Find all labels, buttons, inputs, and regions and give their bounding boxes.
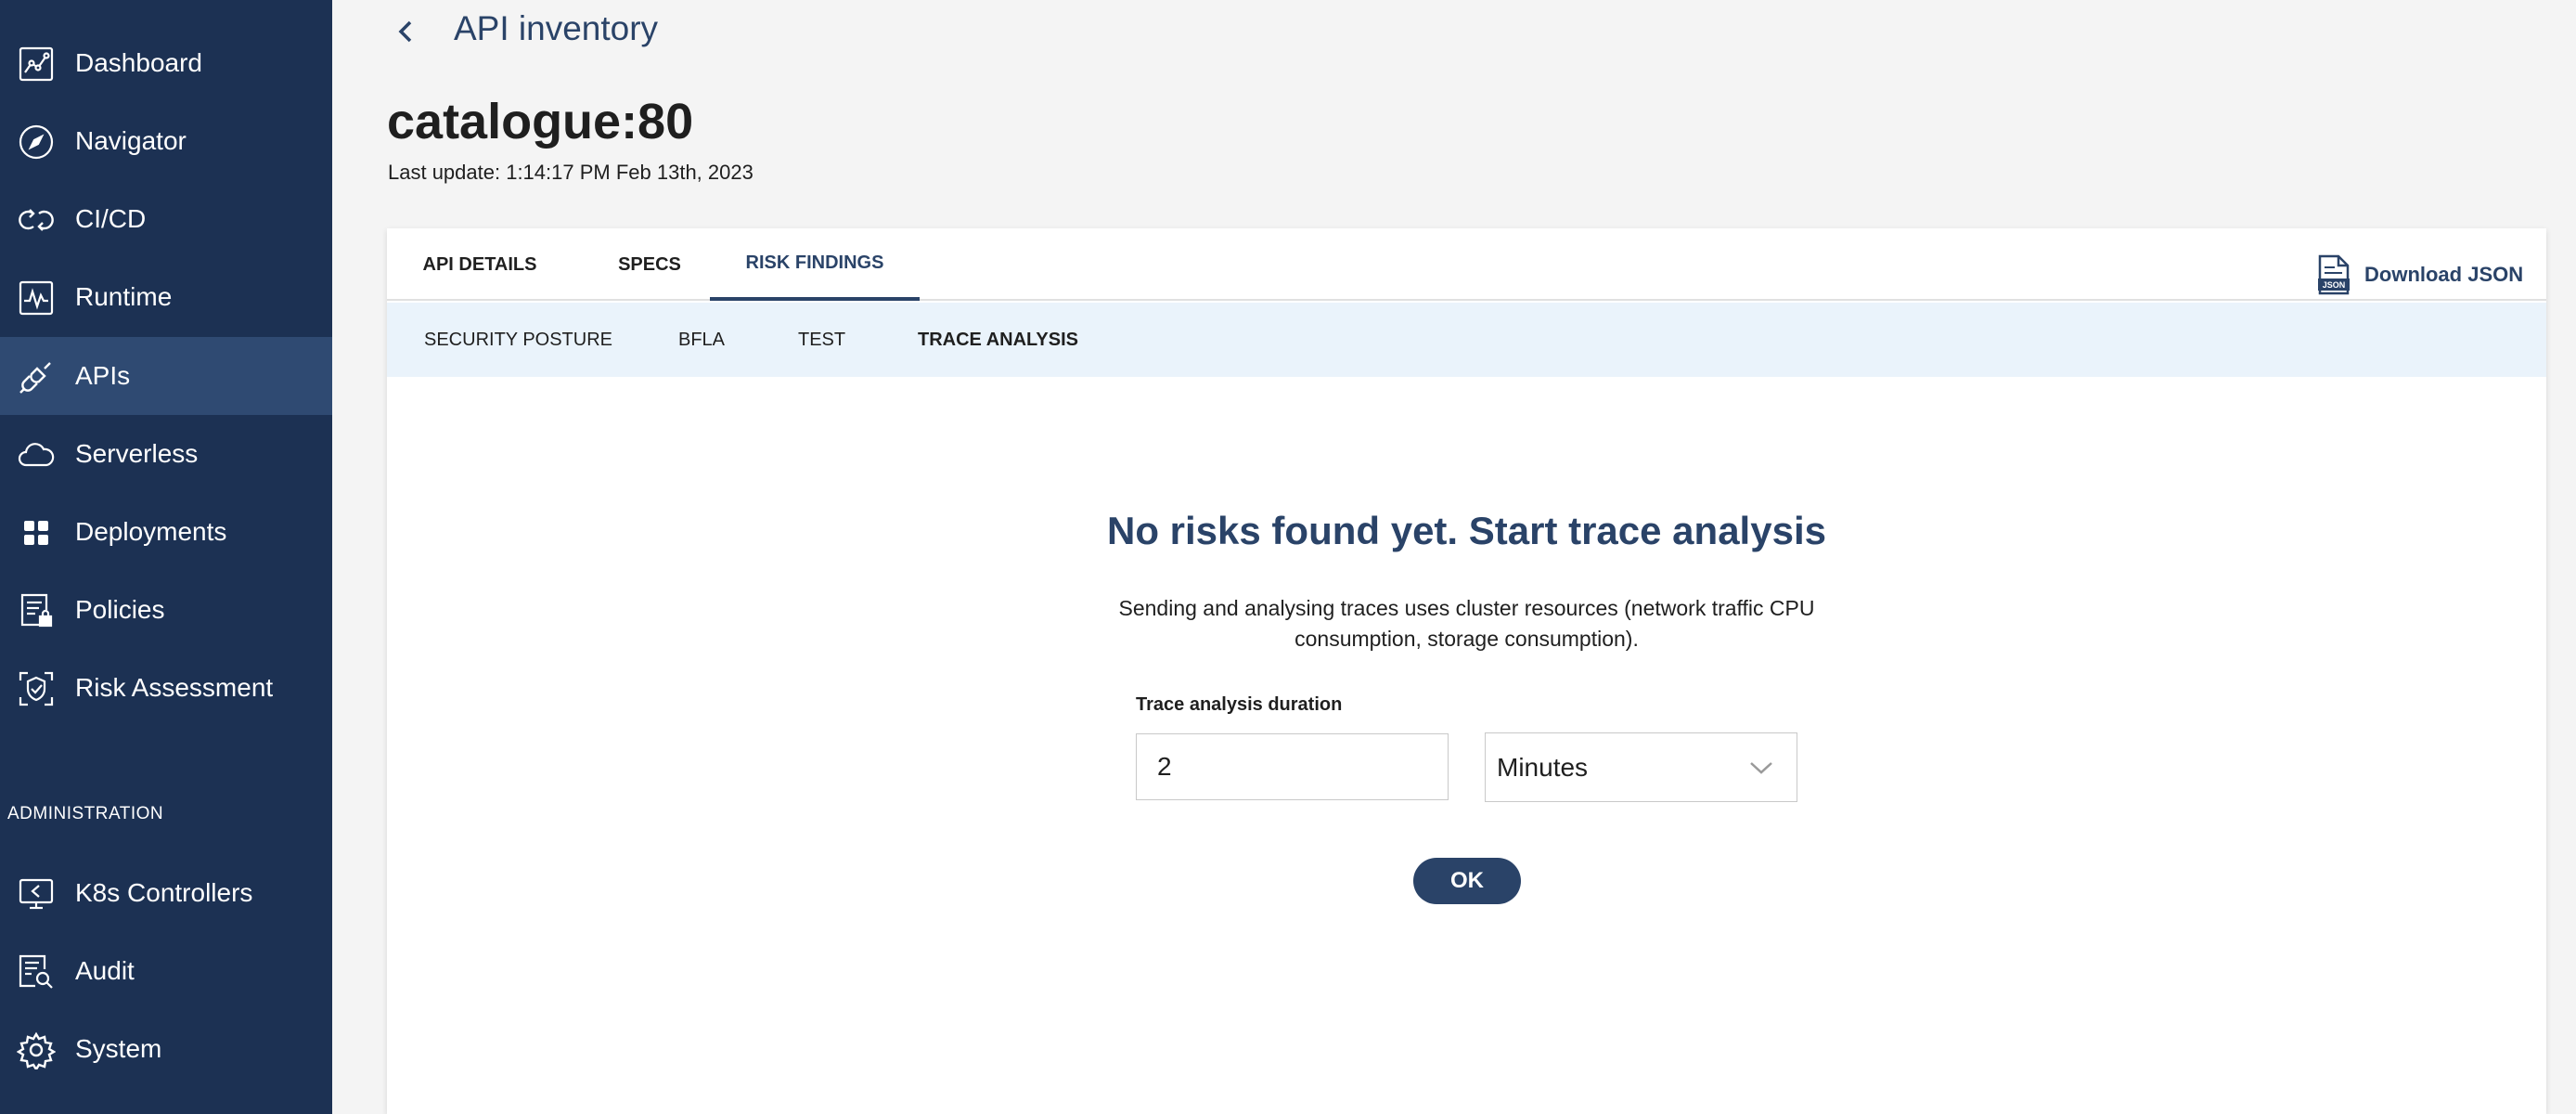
subtab-security-posture[interactable]: SECURITY POSTURE [424,303,612,377]
sidebar-item-label: Navigator [75,126,187,155]
section-label-administration: ADMINISTRATION [7,804,164,823]
tab-specs[interactable]: SPECS [573,228,727,301]
sidebar-item-runtime[interactable]: Runtime [0,258,332,336]
api-icon [17,357,56,396]
cloud-icon [17,435,56,474]
sidebar-item-label: Audit [75,956,135,985]
sidebar-item-label: K8s Controllers [75,878,253,907]
sidebar-item-k8s-controllers[interactable]: K8s Controllers [0,854,332,932]
download-json-button[interactable]: JSON Download JSON [2314,254,2546,295]
subtab-test[interactable]: TEST [798,303,845,377]
sidebar-item-apis[interactable]: APIs [0,337,332,415]
gear-icon [17,1030,56,1069]
sidebar-item-label: Runtime [75,282,173,311]
sidebar-item-cicd[interactable]: CI/CD [0,180,332,258]
back-button[interactable] [395,13,421,50]
duration-unit-value: Minutes [1497,752,1589,782]
trace-duration-input[interactable] [1136,733,1449,800]
chevron-down-icon [1750,762,1772,774]
compass-icon [17,123,56,162]
sidebar-item-label: Policies [75,595,165,624]
grid-icon [17,513,56,552]
sidebar-item-label: Dashboard [75,48,202,77]
sidebar-item-navigator[interactable]: Navigator [0,102,332,180]
sidebar-item-label: Risk Assessment [75,673,274,702]
sidebar-item-label: System [75,1034,162,1063]
dashboard-icon [17,45,56,84]
policy-lock-icon [17,591,56,630]
ok-button[interactable]: OK [1413,858,1521,904]
empty-state-title: No risks found yet. Start trace analysis [1107,509,1826,552]
subtab-bfla[interactable]: BFLA [678,303,725,377]
audit-search-icon [17,952,56,991]
runtime-icon [17,278,56,317]
sidebar-item-label: APIs [75,361,131,390]
cicd-icon [17,201,56,240]
chevron-left-icon [398,20,412,43]
sidebar-item-deployments[interactable]: Deployments [0,493,332,571]
tab-api-details[interactable]: API DETAILS [387,228,573,301]
page-title: catalogue:80 [387,94,694,149]
shield-scan-icon [17,669,56,708]
empty-state-description: Sending and analysing traces uses cluste… [1118,596,1815,651]
sidebar-item-label: Deployments [75,517,227,546]
sidebar-item-label: Serverless [75,439,199,468]
tab-risk-findings[interactable]: RISK FINDINGS [710,228,920,301]
sidebar-item-label: CI/CD [75,204,147,233]
tabs-bar: API DETAILS SPECS RISK FINDINGS JSON Dow… [387,228,2546,301]
subtabs-bar: SECURITY POSTURE BFLA TEST TRACE ANALYSI… [387,303,2546,377]
subtab-trace-analysis[interactable]: TRACE ANALYSIS [918,303,1078,377]
monitor-back-icon [17,874,56,913]
svg-text:JSON: JSON [2323,280,2346,290]
json-file-icon: JSON [2318,254,2350,295]
download-json-label: Download JSON [2364,263,2524,286]
sidebar: Dashboard Navigator CI/CD Runtime APIs S… [0,0,332,1114]
duration-unit-select[interactable]: Minutes [1485,732,1797,802]
sidebar-item-policies[interactable]: Policies [0,571,332,649]
sidebar-item-system[interactable]: System [0,1010,332,1088]
api-detail-card: API DETAILS SPECS RISK FINDINGS JSON Dow… [387,228,2546,1114]
sidebar-item-audit[interactable]: Audit [0,932,332,1010]
last-update-text: Last update: 1:14:17 PM Feb 13th, 2023 [388,161,753,184]
trace-duration-label: Trace analysis duration [1136,694,1343,715]
sidebar-item-risk-assessment[interactable]: Risk Assessment [0,649,332,727]
sidebar-item-serverless[interactable]: Serverless [0,415,332,493]
sidebar-item-dashboard[interactable]: Dashboard [0,24,332,102]
breadcrumb[interactable]: API inventory [454,9,658,48]
